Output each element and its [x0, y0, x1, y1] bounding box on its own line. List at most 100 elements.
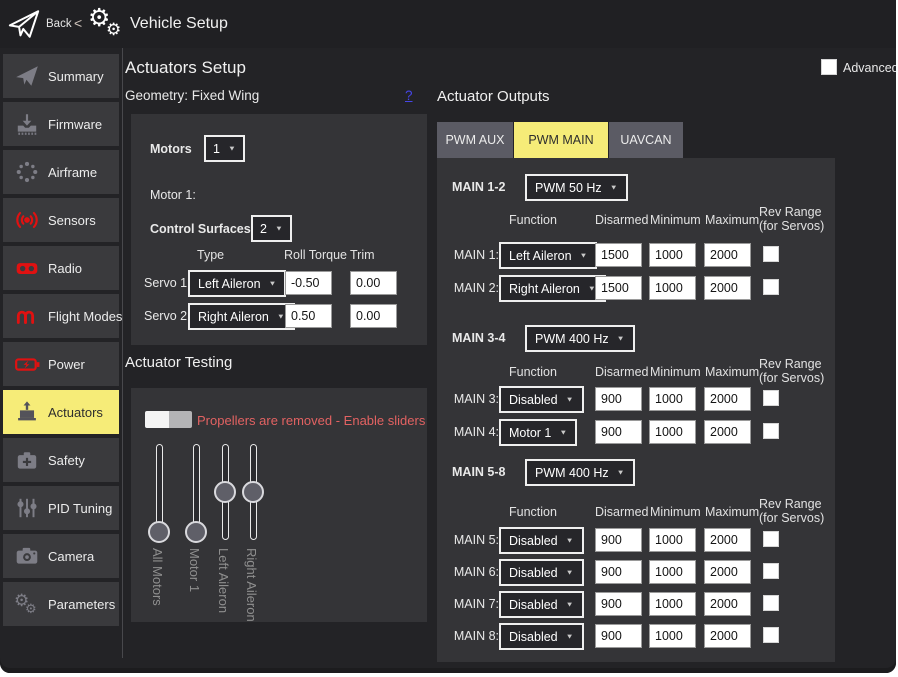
top-toolbar: Back < ⚙ ⚙ Vehicle Setup	[0, 0, 896, 48]
main-1-rev-range-checkbox[interactable]	[763, 246, 779, 262]
main-7-function-dropdown[interactable]: Disabled	[499, 591, 584, 618]
main-8-maximum-input[interactable]	[704, 624, 751, 648]
main-4-minimum-input[interactable]	[649, 420, 696, 444]
sidebar-item-safety[interactable]: Safety	[3, 438, 119, 482]
main-7-label: MAIN 7:	[452, 597, 499, 611]
rev-range-header-line1: Rev Range	[759, 357, 822, 371]
main-6-minimum-input[interactable]	[649, 560, 696, 584]
qgc-logo-paper-plane-icon[interactable]	[6, 7, 42, 41]
servo-1-roll-torque-input[interactable]	[285, 271, 332, 295]
back-button[interactable]: Back	[46, 18, 72, 30]
actuators-motor-icon	[14, 399, 40, 425]
main-3-maximum-input[interactable]	[704, 387, 751, 411]
tab-uavcan[interactable]: UAVCAN	[609, 122, 683, 158]
servo-1-trim-input[interactable]	[350, 271, 397, 295]
group-main-3-4-label: MAIN 3-4	[452, 331, 505, 345]
main-3-rev-range-checkbox[interactable]	[763, 390, 779, 406]
control-surfaces-count-dropdown[interactable]: 2	[251, 215, 292, 242]
main-2-maximum-input[interactable]	[704, 276, 751, 300]
main-4-rev-range-checkbox[interactable]	[763, 423, 779, 439]
servo-2-type-dropdown[interactable]: Right Aileron	[188, 303, 295, 330]
actuator-outputs-title: Actuator Outputs	[437, 88, 550, 105]
maximum-header: Maximum	[705, 365, 759, 379]
main-5-rev-range-checkbox[interactable]	[763, 531, 779, 547]
main-2-function-dropdown[interactable]: Right Aileron	[499, 275, 606, 302]
tab-pwm-main[interactable]: PWM MAIN	[514, 122, 608, 158]
main-1-minimum-input[interactable]	[649, 243, 696, 267]
main-6-maximum-input[interactable]	[704, 560, 751, 584]
main-7-maximum-input[interactable]	[704, 592, 751, 616]
main-5-maximum-input[interactable]	[704, 528, 751, 552]
sidebar-item-summary[interactable]: Summary	[3, 54, 119, 98]
main-2-minimum-input[interactable]	[649, 276, 696, 300]
slider-handle[interactable]	[242, 481, 264, 503]
geometry-help-link[interactable]: ?	[405, 88, 413, 103]
main-7-rev-range-checkbox[interactable]	[763, 595, 779, 611]
group-main-5-8-label: MAIN 5-8	[452, 465, 505, 479]
group-main-3-4-rate-dropdown[interactable]: PWM 400 Hz	[525, 325, 635, 352]
main-3-disarmed-input[interactable]	[595, 387, 642, 411]
tab-pwm-aux[interactable]: PWM AUX	[437, 122, 513, 158]
main-4-disarmed-input[interactable]	[595, 420, 642, 444]
group-main-5-8-rate-dropdown[interactable]: PWM 400 Hz	[525, 459, 635, 486]
slider-handle[interactable]	[148, 521, 170, 543]
advanced-checkbox[interactable]	[821, 59, 837, 75]
sidebar-item-camera[interactable]: Camera	[3, 534, 119, 578]
servo-2-roll-torque-input[interactable]	[285, 304, 332, 328]
main-5-disarmed-input[interactable]	[595, 528, 642, 552]
main-2-rev-range-checkbox[interactable]	[763, 279, 779, 295]
sidebar-item-pid-tuning[interactable]: PID Tuning	[3, 486, 119, 530]
main-3-function-dropdown[interactable]: Disabled	[499, 386, 584, 413]
servo-2-trim-input[interactable]	[350, 304, 397, 328]
main-8-function-dropdown[interactable]: Disabled	[499, 623, 584, 650]
power-battery-icon	[14, 351, 40, 377]
actuator-testing-panel: Propellers are removed - Enable sliders …	[131, 388, 427, 622]
slider-label: Left Aileron	[216, 548, 231, 613]
main-8-disarmed-input[interactable]	[595, 624, 642, 648]
actuators-setup-title: Actuators Setup	[125, 58, 246, 78]
main-3-minimum-input[interactable]	[649, 387, 696, 411]
main-8-rev-range-checkbox[interactable]	[763, 627, 779, 643]
main-5-minimum-input[interactable]	[649, 528, 696, 552]
sidebar-item-radio[interactable]: Radio	[3, 246, 119, 290]
main-6-rev-range-checkbox[interactable]	[763, 563, 779, 579]
main-6-function-dropdown[interactable]: Disabled	[499, 559, 584, 586]
servo-1-label: Servo 1:	[144, 276, 191, 290]
sidebar-item-flight-modes[interactable]: Flight Modes	[3, 294, 119, 338]
enable-sliders-toggle[interactable]	[145, 411, 192, 428]
back-chevron: <	[74, 15, 82, 31]
main-8-minimum-input[interactable]	[649, 624, 696, 648]
main-6-label: MAIN 6:	[452, 565, 499, 579]
main-1-disarmed-input[interactable]	[595, 243, 642, 267]
geometry-panel: Motors 1 Motor 1: Control Surfaces 2 Typ…	[131, 114, 427, 345]
main-7-disarmed-input[interactable]	[595, 592, 642, 616]
main-2-disarmed-input[interactable]	[595, 276, 642, 300]
maximum-header: Maximum	[705, 213, 759, 227]
main-6-disarmed-input[interactable]	[595, 560, 642, 584]
control-surfaces-label: Control Surfaces	[150, 222, 251, 236]
slider-handle[interactable]	[214, 481, 236, 503]
main-4-maximum-input[interactable]	[704, 420, 751, 444]
main-4-function-dropdown[interactable]: Motor 1	[499, 419, 577, 446]
main-1-function-dropdown[interactable]: Left Aileron	[499, 242, 597, 269]
slider-handle[interactable]	[185, 521, 207, 543]
sidebar-item-firmware[interactable]: Firmware	[3, 102, 119, 146]
sidebar-item-airframe[interactable]: Airframe	[3, 150, 119, 194]
main-7-minimum-input[interactable]	[649, 592, 696, 616]
servo-1-type-dropdown[interactable]: Left Aileron	[188, 270, 286, 297]
sidebar-item-actuators[interactable]: Actuators	[3, 390, 119, 434]
main-1-maximum-input[interactable]	[704, 243, 751, 267]
rev-range-header-line2: (for Servos)	[759, 219, 824, 233]
group-main-1-2-rate-dropdown[interactable]: PWM 50 Hz	[525, 174, 628, 201]
main-4-label: MAIN 4:	[452, 425, 499, 439]
page-title: Vehicle Setup	[130, 15, 228, 33]
sidebar-item-power[interactable]: Power	[3, 342, 119, 386]
geometry-label: Geometry: Fixed Wing	[125, 88, 259, 103]
main-5-function-dropdown[interactable]: Disabled	[499, 527, 584, 554]
minimum-header: Minimum	[650, 213, 701, 227]
sidebar-item-sensors[interactable]: Sensors	[3, 198, 119, 242]
parameters-gears-icon: ⚙ ⚙	[14, 591, 40, 617]
motors-count-dropdown[interactable]: 1	[204, 135, 245, 162]
sidebar-item-parameters[interactable]: ⚙ ⚙ Parameters	[3, 582, 119, 626]
rev-range-header-line1: Rev Range	[759, 205, 822, 219]
